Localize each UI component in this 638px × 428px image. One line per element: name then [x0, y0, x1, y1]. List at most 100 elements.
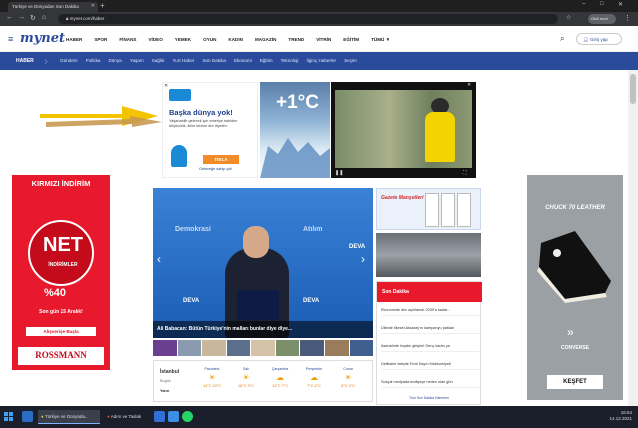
category-home[interactable]: HABER — [16, 58, 34, 64]
forward-icon[interactable]: → — [18, 14, 25, 21]
whatsapp-icon[interactable] — [182, 411, 193, 422]
taskbar-app-item[interactable]: ● Adım ve Taslak — [104, 410, 150, 424]
page-scrollbar[interactable] — [628, 70, 638, 406]
top-nav-item[interactable]: VİDEO — [148, 37, 162, 42]
breaking-news-panel: Son Dakika Ekonomide dev açıklama! 2030'… — [376, 281, 482, 405]
reload-icon[interactable]: ↻ — [30, 14, 36, 22]
search-taskbar-icon[interactable] — [22, 411, 33, 422]
top-nav-item[interactable]: EĞİTİM — [343, 37, 359, 42]
site-logo[interactable]: mynet — [20, 31, 65, 46]
breaking-news-item[interactable]: Sosyal medyada endişeye neden olan gün — [381, 380, 479, 388]
category-link[interactable]: Politika — [86, 58, 101, 63]
slider-caption[interactable]: Ali Babacan: Bütün Türkiye'nin malları b… — [153, 321, 373, 338]
slider-next-icon[interactable]: › — [361, 252, 365, 266]
traffic-news-image[interactable] — [376, 233, 481, 277]
thumbnail[interactable] — [202, 340, 226, 356]
home-icon[interactable]: ⌂ — [42, 14, 46, 21]
profile-label: Gizli mod — [591, 16, 608, 21]
tab-close-icon[interactable]: ✕ — [91, 3, 95, 9]
scroll-thumb[interactable] — [630, 74, 636, 104]
glacier-ad-image[interactable]: +1°C — [260, 82, 330, 178]
taskbar-item-label: Türkiye ve Dünyada... — [44, 414, 89, 419]
thumbnail[interactable] — [251, 340, 275, 356]
close-window-icon[interactable]: ✕ — [618, 1, 623, 8]
newspaper-headlines-card[interactable]: Gazete Manşetleri — [376, 188, 481, 230]
back-icon[interactable]: ← — [6, 14, 13, 21]
breaking-news-item[interactable]: Deliksinir talepte Fırat Kayın Mahkumiye… — [381, 362, 479, 370]
category-link[interactable]: Son Dakika — [202, 58, 226, 63]
deva-logo: DEVA — [349, 244, 366, 250]
top-nav-item[interactable]: SPOR — [94, 37, 107, 42]
minimize-icon[interactable]: – — [582, 1, 585, 7]
close-ad-icon[interactable]: ✕ — [164, 83, 168, 89]
maximize-icon[interactable]: □ — [600, 1, 604, 7]
windows-start-icon[interactable] — [4, 412, 14, 422]
system-tray-clock[interactable]: 16:54 14.12.2021 — [609, 410, 632, 423]
menu-kebab-icon[interactable]: ⋮ — [624, 14, 631, 22]
browser-tab[interactable]: Türkiye ve Dünyadan Son Dakika ✕ — [8, 2, 98, 12]
breaking-news-item[interactable]: Ülkede İlkesel Aksaray'ın kampanyu patla… — [381, 326, 479, 334]
converse-ad[interactable]: CHUCK 70 LEATHER » CONVERSE KEŞFET — [527, 175, 623, 400]
weather-widget[interactable]: İstanbul Bugün Yarın Pazartesi ☀ 14°C 10… — [153, 360, 373, 402]
top-nav-item[interactable]: TÜMÜ ▼ — [371, 37, 390, 42]
close-video-icon[interactable]: ✕ — [467, 82, 471, 88]
thumbnail[interactable] — [226, 340, 251, 356]
fullscreen-icon[interactable]: ⛶ — [463, 170, 467, 176]
top-nav-item[interactable]: OYUN — [203, 37, 216, 42]
address-bar[interactable]: 🔒︎ mynet.com/haber — [58, 14, 558, 24]
top-nav-item[interactable]: HABER — [66, 37, 82, 42]
climate-ad[interactable]: ✕ Başka dünya yok! Yaşanabilir gelecek i… — [162, 82, 258, 178]
category-link[interactable]: Yaşam — [130, 58, 144, 63]
category-link[interactable]: Teknoloji — [281, 58, 299, 63]
category-link[interactable]: Ekonomi — [234, 58, 252, 63]
category-link[interactable]: İlginç Haberler — [306, 58, 336, 63]
discover-button[interactable]: KEŞFET — [547, 375, 603, 389]
thumbnail[interactable] — [300, 340, 324, 356]
category-link[interactable]: Gündem — [60, 58, 78, 63]
new-tab-icon[interactable]: + — [100, 1, 105, 10]
hamburger-menu-icon[interactable]: ≡ — [8, 34, 13, 44]
category-link[interactable]: Yurt Haber — [172, 58, 194, 63]
slider-prev-icon[interactable]: ‹ — [157, 252, 161, 266]
slider-bg-word: Demokrasi — [175, 226, 211, 233]
search-icon[interactable]: ⌕ — [560, 34, 564, 44]
category-link[interactable]: Dünya — [108, 58, 121, 63]
video-player[interactable]: ❚❚ ⛶ ✕ — [331, 82, 476, 178]
category-link[interactable]: Eğitim — [260, 58, 273, 63]
top-nav-item[interactable]: VİTRİN — [316, 37, 331, 42]
file-explorer-icon[interactable] — [154, 411, 165, 422]
user-icon: 👤︎ — [583, 37, 590, 42]
net-badge: NET İNDİRİMLER — [28, 220, 94, 286]
browser-tab-strip: Türkiye ve Dünyadan Son Dakika ✕ + – □ ✕ — [0, 0, 638, 12]
ad-cta-button[interactable]: TIKLA — [203, 155, 239, 164]
top-nav-item[interactable]: MAGAZİN — [255, 37, 276, 42]
shop-now-button[interactable]: Alışverişe Başla — [26, 327, 96, 336]
taskbar-chrome-item[interactable]: ● Türkiye ve Dünyada... — [38, 410, 100, 424]
thumbnail[interactable] — [324, 340, 349, 356]
newspaper-thumb — [441, 193, 455, 227]
breaking-news-item[interactable]: Ekonomide dev açıklama! 2030'a kadar... — [381, 308, 479, 316]
breaking-news-item[interactable]: Asansörde bıçaklı girişim! Genç kadın ya — [381, 344, 479, 352]
pause-icon[interactable]: ❚❚ — [335, 170, 343, 176]
rossmann-ad[interactable]: KIRMIZI İNDİRİM NET İNDİRİMLER %40 Son g… — [12, 175, 110, 370]
top-nav-item[interactable]: FİNANS — [119, 37, 136, 42]
top-nav-item[interactable]: KADIN — [228, 37, 243, 42]
thumbnail[interactable] — [349, 340, 374, 356]
thumbnail[interactable] — [153, 340, 177, 356]
weather-day-temp: 14°C 7°C — [272, 384, 288, 388]
bookmark-star-icon[interactable]: ☆ — [566, 14, 571, 21]
top-nav-item[interactable]: TREND — [288, 37, 304, 42]
mail-icon[interactable] — [168, 411, 179, 422]
thumbnail[interactable] — [275, 340, 300, 356]
thumbnail[interactable] — [177, 340, 202, 356]
weather-day-name: Pazartesi — [204, 367, 220, 371]
category-link[interactable]: Seçim — [344, 58, 357, 63]
top-nav-item[interactable]: YEMEK — [175, 37, 191, 42]
glacier-icon — [260, 138, 330, 178]
all-breaking-news-link[interactable]: Tüm Son Dakika Haberleri — [409, 396, 449, 400]
news-slider[interactable]: Demokrasi Atılım DEVA DEVA DEVA ‹ › Ali … — [153, 188, 373, 338]
profile-button[interactable]: Gizli mod — [588, 14, 616, 24]
category-link[interactable]: Sağlık — [152, 58, 165, 63]
newspaper-thumb — [457, 193, 471, 227]
login-button[interactable]: 👤︎ Giriş yap — [576, 33, 622, 45]
